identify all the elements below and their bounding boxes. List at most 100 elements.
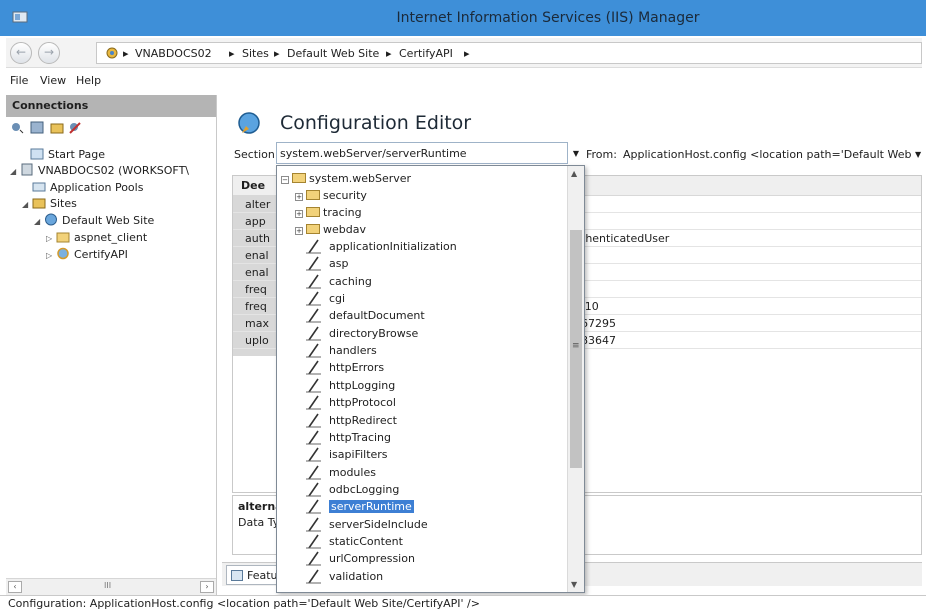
grid-group-label: Dee (241, 179, 266, 192)
connect-icon[interactable] (10, 121, 24, 134)
config-section-icon (306, 343, 321, 358)
tree-item-certifyapi[interactable]: ▷ CertifyAPI (46, 247, 128, 263)
expand-icon[interactable]: + (295, 227, 303, 235)
chevron-down-icon[interactable]: ▼ (569, 143, 583, 165)
back-arrow-icon: ← (15, 45, 27, 59)
list-item[interactable]: defaultDocument (305, 307, 425, 324)
config-section-icon (306, 517, 321, 532)
list-item[interactable]: applicationInitialization (305, 238, 457, 255)
scroll-right-icon[interactable]: › (200, 581, 214, 593)
list-item[interactable]: + tracing (295, 204, 362, 221)
list-item[interactable]: httpRedirect (305, 412, 397, 429)
list-item[interactable]: httpProtocol (305, 394, 396, 411)
config-section-icon (306, 534, 321, 549)
list-item[interactable]: httpLogging (305, 377, 395, 394)
from-combobox[interactable]: ApplicationHost.config <location path='D… (623, 148, 911, 161)
list-item[interactable]: httpTracing (305, 429, 391, 446)
expand-icon[interactable]: + (295, 193, 303, 201)
breadcrumb-item[interactable]: Sites (242, 47, 269, 60)
save-icon[interactable] (30, 121, 44, 134)
connections-header: Connections (6, 95, 216, 117)
config-section-icon (306, 256, 321, 271)
list-item[interactable]: directoryBrowse (305, 325, 418, 342)
breadcrumb-separator: ▸ (123, 47, 129, 60)
list-item[interactable]: staticContent (305, 533, 403, 550)
menu-view[interactable]: View (40, 74, 66, 87)
back-button[interactable]: ← (10, 42, 32, 64)
configuration-editor-icon (238, 112, 260, 134)
config-section-icon (306, 395, 321, 410)
menu-file[interactable]: File (10, 74, 28, 87)
breadcrumb-separator: ▸ (274, 47, 280, 60)
connections-hscrollbar[interactable]: ‹ III › (6, 578, 216, 595)
scroll-left-icon[interactable]: ‹ (8, 581, 22, 593)
chevron-down-icon[interactable]: ▼ (915, 150, 921, 159)
application-icon (57, 247, 69, 260)
collapse-icon[interactable]: − (281, 176, 289, 184)
list-item[interactable]: cgi (305, 290, 345, 307)
collapse-arrow-icon[interactable]: ◢ (10, 164, 20, 180)
list-item[interactable]: validation (305, 568, 383, 585)
list-item[interactable]: isapiFilters (305, 446, 388, 463)
tree-item-application-pools[interactable]: Application Pools (32, 180, 143, 196)
breadcrumb-item[interactable]: Default Web Site (287, 47, 379, 60)
config-section-icon (306, 430, 321, 445)
list-item[interactable]: serverRuntime (305, 498, 414, 515)
list-item[interactable]: − system.webServer (281, 170, 411, 187)
list-item[interactable]: urlCompression (305, 550, 415, 567)
collapse-arrow-icon[interactable]: ◢ (22, 197, 32, 213)
section-dropdown-list[interactable]: − system.webServer + security + tracing + we… (276, 165, 585, 593)
connections-pane: Connections Start Page ◢ VNABDOCS02 (WORK… (6, 95, 217, 595)
config-section-icon (306, 569, 321, 584)
list-item[interactable]: + webdav (295, 221, 366, 238)
config-section-icon (306, 378, 321, 393)
tree-item-sites[interactable]: ◢ Sites (22, 196, 77, 212)
menu-bar: File View Help (6, 70, 922, 92)
breadcrumb-item[interactable]: VNABDOCS02 (135, 47, 212, 60)
breadcrumb[interactable]: ▸ VNABDOCS02 ▸ Sites ▸ Default Web Site … (96, 42, 922, 64)
scroll-down-icon[interactable]: ▼ (571, 580, 577, 589)
folder-icon (56, 232, 70, 243)
up-level-icon[interactable] (50, 121, 64, 134)
status-text: Configuration: ApplicationHost.config <l… (8, 597, 480, 610)
start-page-icon (30, 148, 44, 160)
address-bar: ← → ▸ VNABDOCS02 ▸ Sites ▸ Default Web S… (6, 38, 922, 68)
tree-item-default-web-site[interactable]: ◢ Default Web Site (34, 213, 154, 229)
server-icon (21, 163, 33, 176)
disconnect-icon[interactable] (68, 121, 82, 134)
list-item[interactable]: serverSideInclude (305, 516, 428, 533)
tree-item-aspnet-client[interactable]: ▷ aspnet_client (46, 230, 147, 246)
folder-icon (306, 207, 320, 217)
app-pools-icon (32, 182, 46, 192)
config-section-icon (306, 413, 321, 427)
tree-item-server[interactable]: ◢ VNABDOCS02 (WORKSOFT\ (10, 163, 189, 179)
expand-icon[interactable]: + (295, 210, 303, 218)
config-section-icon (306, 274, 321, 289)
dropdown-vscrollbar[interactable]: ▲ ≡ ▼ (567, 166, 584, 592)
scroll-thumb[interactable]: III (24, 581, 194, 593)
description-type: Data Ty (238, 516, 280, 529)
section-label: Section: (234, 148, 279, 161)
list-item[interactable]: + security (295, 187, 367, 204)
forward-button[interactable]: → (38, 42, 60, 64)
list-item[interactable]: caching (305, 273, 372, 290)
scroll-up-icon[interactable]: ▲ (571, 169, 577, 178)
tree-item-start-page[interactable]: Start Page (20, 147, 105, 163)
collapse-arrow-icon[interactable]: ◢ (34, 214, 44, 230)
title-bar: Internet Information Services (IIS) Mana… (0, 0, 926, 36)
list-item[interactable]: odbcLogging (305, 481, 399, 498)
expand-arrow-icon[interactable]: ▷ (46, 248, 56, 264)
breadcrumb-item[interactable]: CertifyAPI (399, 47, 453, 60)
breadcrumb-separator: ▸ (464, 47, 470, 60)
list-item[interactable]: modules (305, 464, 376, 481)
list-item[interactable]: handlers (305, 342, 377, 359)
menu-help[interactable]: Help (76, 74, 101, 87)
folder-icon (306, 224, 320, 234)
section-combobox[interactable]: system.webServer/serverRuntime ▼ (276, 142, 579, 164)
config-section-icon (306, 499, 321, 514)
breadcrumb-separator: ▸ (229, 47, 235, 60)
list-item[interactable]: asp (305, 255, 348, 272)
config-section-icon (306, 465, 321, 480)
list-item[interactable]: httpErrors (305, 359, 384, 376)
expand-arrow-icon[interactable]: ▷ (46, 231, 56, 247)
